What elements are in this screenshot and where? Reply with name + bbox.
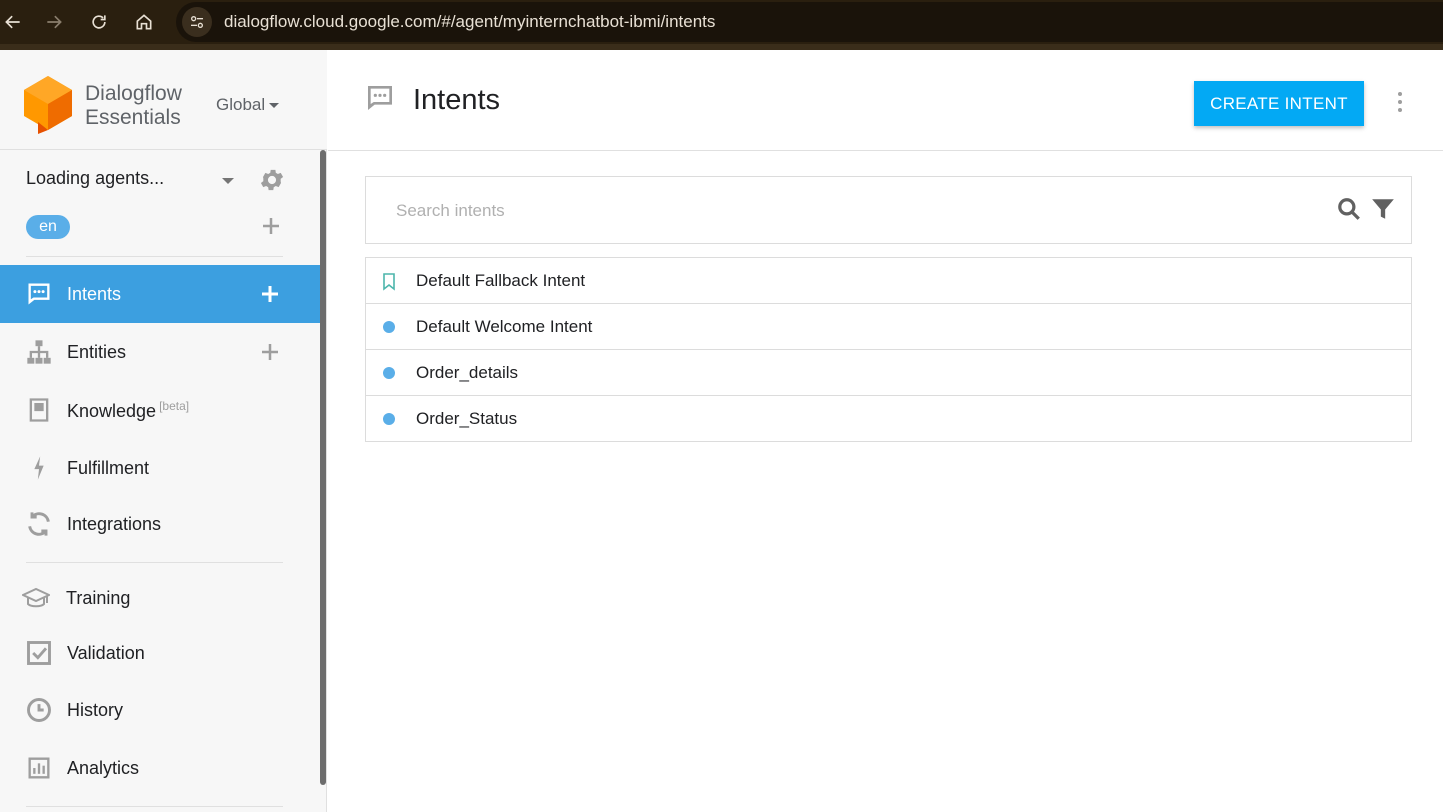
graduation-cap-icon xyxy=(22,587,50,608)
add-entity-icon[interactable] xyxy=(259,341,281,363)
intent-status-dot xyxy=(383,413,395,425)
region-label: Global xyxy=(216,95,266,114)
agent-name: Loading agents... xyxy=(26,168,165,188)
back-icon[interactable] xyxy=(0,9,26,35)
sidebar-divider xyxy=(26,806,283,807)
intent-name[interactable]: Order_Status xyxy=(416,409,517,429)
sidebar-item-fulfillment[interactable]: Fulfillment xyxy=(0,439,321,497)
sidebar-item-label: History xyxy=(67,699,124,720)
sidebar-item-intents[interactable]: Intents xyxy=(0,265,321,323)
beta-badge: [beta] xyxy=(159,398,190,413)
site-settings-icon[interactable] xyxy=(182,7,212,37)
home-icon[interactable] xyxy=(131,9,157,35)
product-name-line2: Essentials xyxy=(85,106,181,129)
sidebar-item-label: Knowledge [beta] xyxy=(67,399,189,422)
intent-name[interactable]: Order_details xyxy=(416,363,518,383)
sidebar-item-label: Analytics xyxy=(67,757,140,778)
sidebar-item-validation[interactable]: Validation xyxy=(0,625,321,681)
chat-icon xyxy=(28,283,50,305)
address-bar[interactable]: dialogflow.cloud.google.com/#/agent/myin… xyxy=(176,2,1443,42)
checkbox-icon xyxy=(27,641,51,665)
intent-name[interactable]: Default Fallback Intent xyxy=(416,271,585,291)
url-text[interactable]: dialogflow.cloud.google.com/#/agent/myin… xyxy=(224,12,715,32)
page-title: Intents xyxy=(413,84,501,116)
product-name-line1: Dialogflow xyxy=(85,82,182,105)
sidebar-item-label: Entities xyxy=(67,341,127,362)
reload-icon[interactable] xyxy=(86,9,112,35)
hierarchy-icon xyxy=(27,340,51,364)
intent-list: Default Fallback Intent Default Welcome … xyxy=(365,257,1412,442)
clock-icon xyxy=(27,698,51,722)
filter-icon[interactable] xyxy=(1370,196,1396,222)
intent-status-dot xyxy=(383,367,395,379)
sidebar-scrollbar[interactable] xyxy=(320,150,326,785)
agent-selector[interactable]: Loading agents... xyxy=(26,168,286,194)
search-bar xyxy=(365,176,1412,244)
intent-row[interactable]: Order_details xyxy=(366,350,1411,396)
gear-icon[interactable] xyxy=(258,166,286,194)
chevron-down-icon xyxy=(269,102,280,108)
add-intent-icon[interactable] xyxy=(259,283,281,305)
lightning-icon xyxy=(34,456,44,480)
region-selector[interactable]: Global xyxy=(216,95,280,115)
create-intent-button[interactable]: CREATE INTENT xyxy=(1194,81,1364,126)
search-icon[interactable] xyxy=(1336,196,1362,222)
page-header: Intents CREATE INTENT xyxy=(328,50,1443,151)
product-name: Dialogflow Essentials xyxy=(85,82,182,130)
sidebar-divider xyxy=(26,562,283,563)
browser-toolbar: dialogflow.cloud.google.com/#/agent/myin… xyxy=(0,0,1443,50)
bookmark-icon xyxy=(383,273,395,291)
sidebar-item-label: Training xyxy=(66,587,131,608)
forward-icon[interactable] xyxy=(41,9,67,35)
book-icon xyxy=(29,398,49,422)
intent-status-dot xyxy=(383,321,395,333)
sidebar-item-knowledge[interactable]: Knowledge [beta] xyxy=(0,381,321,439)
search-input[interactable] xyxy=(396,199,1296,223)
logo-area: Dialogflow Essentials Global xyxy=(0,50,327,150)
sidebar-item-label: Intents xyxy=(67,283,122,304)
sidebar-item-history[interactable]: History xyxy=(0,682,321,738)
intent-row[interactable]: Order_Status xyxy=(366,396,1411,441)
sidebar-item-label: Validation xyxy=(67,642,145,663)
sync-icon xyxy=(28,512,50,536)
add-language-icon[interactable] xyxy=(260,215,282,237)
sidebar-item-entities[interactable]: Entities xyxy=(0,323,321,381)
intent-row[interactable]: Default Fallback Intent xyxy=(366,258,1411,304)
more-options-icon[interactable] xyxy=(1394,90,1406,114)
sidebar-item-label: Integrations xyxy=(67,513,162,534)
sidebar-item-integrations[interactable]: Integrations xyxy=(0,495,321,553)
chat-icon xyxy=(368,86,392,110)
sidebar-item-analytics[interactable]: Analytics xyxy=(0,740,321,796)
intent-row[interactable]: Default Welcome Intent xyxy=(366,304,1411,350)
dialogflow-logo-icon xyxy=(24,76,72,134)
sidebar-item-label: Fulfillment xyxy=(67,457,150,478)
knowledge-label: Knowledge xyxy=(67,400,157,421)
agent-dropdown-icon[interactable] xyxy=(222,178,234,184)
language-chip[interactable]: en xyxy=(26,215,70,239)
bar-chart-icon xyxy=(28,757,50,779)
sidebar-item-training[interactable]: Training xyxy=(0,570,321,626)
sidebar: Dialogflow Essentials Global Loading age… xyxy=(0,50,327,812)
intent-name[interactable]: Default Welcome Intent xyxy=(416,317,592,337)
sidebar-divider xyxy=(26,256,283,257)
